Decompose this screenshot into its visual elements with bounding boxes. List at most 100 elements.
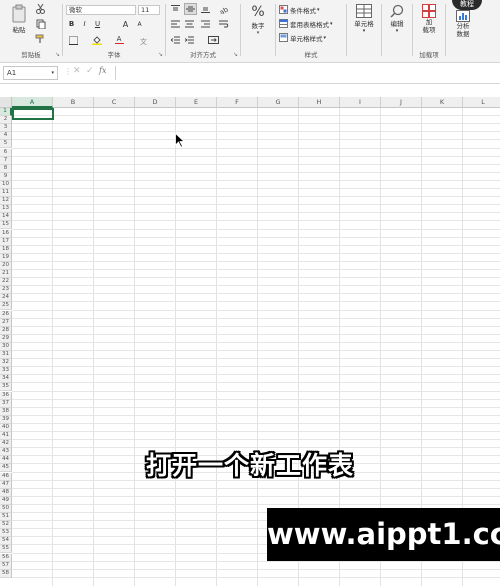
font-color-button[interactable]: A [113, 35, 125, 45]
row-header-36[interactable]: 36 [0, 391, 12, 400]
format-as-table-button[interactable]: 套用表格格式 ▾ [279, 18, 345, 29]
row-header-40[interactable]: 40 [0, 423, 12, 432]
formula-input[interactable] [115, 66, 497, 80]
row-header-24[interactable]: 24 [0, 294, 12, 303]
row-header-57[interactable]: 57 [0, 561, 12, 570]
row-header-49[interactable]: 49 [0, 496, 12, 505]
decrease-indent-button[interactable] [170, 35, 181, 45]
row-header-41[interactable]: 41 [0, 432, 12, 441]
phonetic-button[interactable]: 文 [139, 35, 151, 45]
cells-button[interactable]: 单元格 ▾ [350, 4, 378, 34]
column-header-c[interactable]: C [94, 97, 135, 108]
align-center-button[interactable] [184, 19, 195, 29]
row-header-23[interactable]: 23 [0, 286, 12, 295]
selected-cell-a1[interactable] [12, 108, 54, 120]
wrap-text-button[interactable] [218, 19, 230, 29]
row-header-6[interactable]: 6 [0, 148, 12, 157]
row-header-53[interactable]: 53 [0, 529, 12, 538]
column-header-h[interactable]: H [299, 97, 340, 108]
row-header-33[interactable]: 33 [0, 367, 12, 376]
row-header-27[interactable]: 27 [0, 318, 12, 327]
row-header-19[interactable]: 19 [0, 253, 12, 262]
row-header-5[interactable]: 5 [0, 140, 12, 149]
row-header-8[interactable]: 8 [0, 164, 12, 173]
row-header-25[interactable]: 25 [0, 302, 12, 311]
row-header-12[interactable]: 12 [0, 197, 12, 206]
column-header-j[interactable]: J [381, 97, 422, 108]
font-size-select[interactable]: 11 [138, 5, 160, 15]
grow-font-button[interactable]: A [121, 19, 130, 29]
row-header-1[interactable]: 1 [0, 108, 12, 117]
row-header-20[interactable]: 20 [0, 261, 12, 270]
increase-indent-button[interactable] [184, 35, 195, 45]
row-header-29[interactable]: 29 [0, 334, 12, 343]
column-header-b[interactable]: B [53, 97, 94, 108]
row-header-26[interactable]: 26 [0, 310, 12, 319]
format-painter-button[interactable] [34, 33, 46, 44]
row-header-9[interactable]: 9 [0, 172, 12, 181]
row-header-21[interactable]: 21 [0, 270, 12, 279]
row-header-13[interactable]: 13 [0, 205, 12, 214]
name-box[interactable]: A1 ▾ [3, 66, 58, 80]
borders-button[interactable] [67, 35, 79, 45]
number-format-button[interactable]: % 数字 ▾ [245, 4, 271, 36]
row-header-15[interactable]: 15 [0, 221, 12, 230]
row-header-22[interactable]: 22 [0, 278, 12, 287]
row-header-35[interactable]: 35 [0, 383, 12, 392]
row-header-30[interactable]: 30 [0, 342, 12, 351]
row-header-17[interactable]: 17 [0, 237, 12, 246]
row-header-32[interactable]: 32 [0, 359, 12, 368]
insert-function-icon[interactable]: fx [99, 66, 106, 75]
row-header-31[interactable]: 31 [0, 351, 12, 360]
align-right-button[interactable] [200, 19, 211, 29]
row-header-39[interactable]: 39 [0, 415, 12, 424]
merge-center-button[interactable] [206, 35, 220, 45]
column-header-k[interactable]: K [422, 97, 463, 108]
conditional-formatting-button[interactable]: 条件格式 ▾ [279, 4, 343, 15]
font-name-select[interactable]: 微软 [66, 5, 136, 15]
underline-button[interactable]: U [93, 19, 102, 29]
row-header-4[interactable]: 4 [0, 132, 12, 141]
row-header-37[interactable]: 37 [0, 399, 12, 408]
row-header-38[interactable]: 38 [0, 407, 12, 416]
row-header-14[interactable]: 14 [0, 213, 12, 222]
column-header-a[interactable]: A [12, 97, 53, 108]
align-bottom-button[interactable] [200, 4, 211, 14]
cell-styles-button[interactable]: 单元格样式 ▾ [279, 32, 343, 43]
cancel-icon[interactable]: ✕ [73, 66, 81, 76]
orientation-button[interactable]: ab [218, 4, 230, 14]
row-header-54[interactable]: 54 [0, 537, 12, 546]
addins-button[interactable]: 加 载项 [416, 4, 442, 34]
column-header-d[interactable]: D [135, 97, 176, 108]
row-header-18[interactable]: 18 [0, 245, 12, 254]
select-all-corner[interactable] [0, 97, 12, 108]
font-launcher-icon[interactable]: ↘ [158, 51, 163, 58]
align-left-button[interactable] [170, 19, 181, 29]
row-header-55[interactable]: 55 [0, 545, 12, 554]
paste-button[interactable]: 粘贴 [8, 4, 30, 34]
column-header-f[interactable]: F [217, 97, 258, 108]
cut-button[interactable] [34, 3, 46, 14]
shrink-font-button[interactable]: A [135, 19, 144, 29]
row-header-58[interactable]: 58 [0, 569, 12, 578]
editing-button[interactable]: 编辑 ▾ [384, 4, 410, 34]
clipboard-launcher-icon[interactable]: ↘ [55, 51, 60, 58]
row-header-10[interactable]: 10 [0, 180, 12, 189]
row-header-56[interactable]: 56 [0, 553, 12, 562]
column-header-e[interactable]: E [176, 97, 217, 108]
row-header-11[interactable]: 11 [0, 189, 12, 198]
row-header-2[interactable]: 2 [0, 116, 12, 125]
alignment-launcher-icon[interactable]: ↘ [233, 51, 238, 58]
row-header-16[interactable]: 16 [0, 229, 12, 238]
analyze-data-button[interactable]: 分析 数据 [450, 10, 476, 38]
row-header-50[interactable]: 50 [0, 504, 12, 513]
row-header-34[interactable]: 34 [0, 375, 12, 384]
column-header-l[interactable]: L [463, 97, 500, 108]
row-header-7[interactable]: 7 [0, 156, 12, 165]
row-header-51[interactable]: 51 [0, 513, 12, 522]
align-top-button[interactable] [170, 4, 181, 14]
row-header-3[interactable]: 3 [0, 124, 12, 133]
bold-button[interactable]: B [67, 19, 76, 29]
fill-color-button[interactable] [91, 35, 103, 45]
row-header-52[interactable]: 52 [0, 521, 12, 530]
